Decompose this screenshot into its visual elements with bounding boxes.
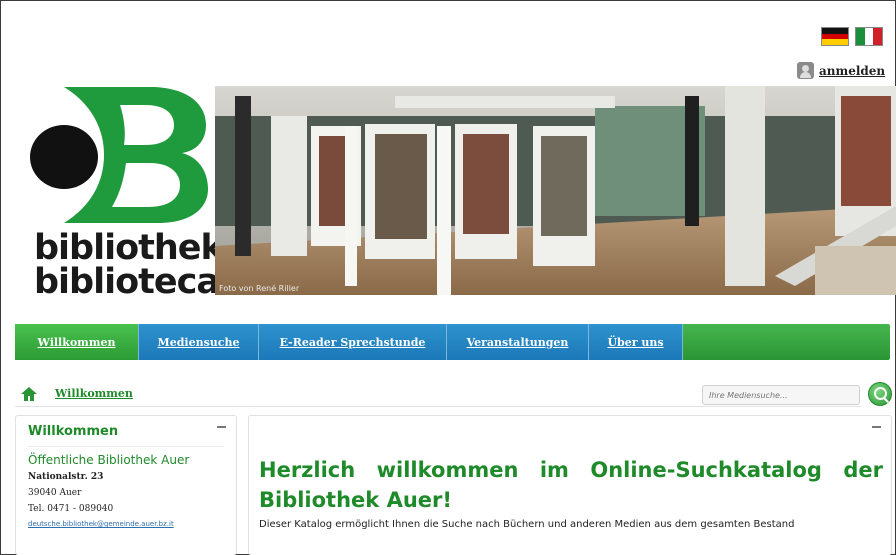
welcome-intro-text: Dieser Katalog ermöglicht Ihnen die Such… — [259, 519, 795, 530]
nav-item-ueber-uns[interactable]: Über uns — [589, 324, 683, 360]
logo-graphic — [30, 87, 208, 223]
library-email-link[interactable]: deutsche.bibliothek@gemeinde.auer.bz.it — [28, 520, 174, 528]
sidebar-title: Willkommen — [28, 424, 119, 439]
main-navigation: Willkommen Mediensuche E-Reader Sprechst… — [15, 324, 890, 360]
language-switcher — [821, 27, 883, 46]
welcome-panel: Herzlich willkommen im Online-Suchkatalo… — [248, 415, 892, 555]
header-photo: Foto von René Riller — [215, 86, 896, 295]
divider — [28, 446, 224, 447]
breadcrumb-willkommen[interactable]: Willkommen — [55, 387, 133, 400]
welcome-heading: Herzlich willkommen im Online-Suchkatalo… — [259, 458, 883, 482]
library-street: Nationalstr. 23 — [28, 472, 104, 482]
login-label[interactable]: anmelden — [819, 64, 885, 78]
logo-text-line1: bibliothek — [34, 228, 224, 268]
search-icon[interactable] — [868, 382, 892, 406]
nav-item-mediensuche[interactable]: Mediensuche — [139, 324, 259, 360]
sidebar-contact-panel: Willkommen Öffentliche Bibliothek Auer N… — [15, 415, 237, 555]
library-logo[interactable]: bibliothek biblioteca — [28, 85, 224, 300]
minimize-icon[interactable] — [872, 426, 881, 428]
german-flag-icon[interactable] — [821, 27, 849, 46]
welcome-heading-line2: Bibliothek Auer! — [259, 488, 452, 512]
nav-item-veranstaltungen[interactable]: Veranstaltungen — [447, 324, 589, 360]
photo-credit: Foto von René Riller — [219, 284, 300, 293]
nav-item-e-reader[interactable]: E-Reader Sprechstunde — [259, 324, 447, 360]
library-phone: Tel. 0471 - 089040 — [28, 504, 114, 514]
italian-flag-icon[interactable] — [855, 27, 883, 46]
user-icon — [797, 62, 814, 79]
login-link[interactable]: anmelden — [797, 62, 885, 79]
nav-item-willkommen[interactable]: Willkommen — [15, 324, 139, 360]
home-icon[interactable] — [21, 387, 37, 401]
search-input[interactable] — [702, 385, 860, 405]
library-interior-image — [215, 86, 896, 295]
logo-text-line2: biblioteca — [34, 262, 220, 302]
library-name: Öffentliche Bibliothek Auer — [28, 453, 190, 467]
library-city: 39040 Auer — [28, 488, 82, 498]
minimize-icon[interactable] — [217, 426, 226, 428]
